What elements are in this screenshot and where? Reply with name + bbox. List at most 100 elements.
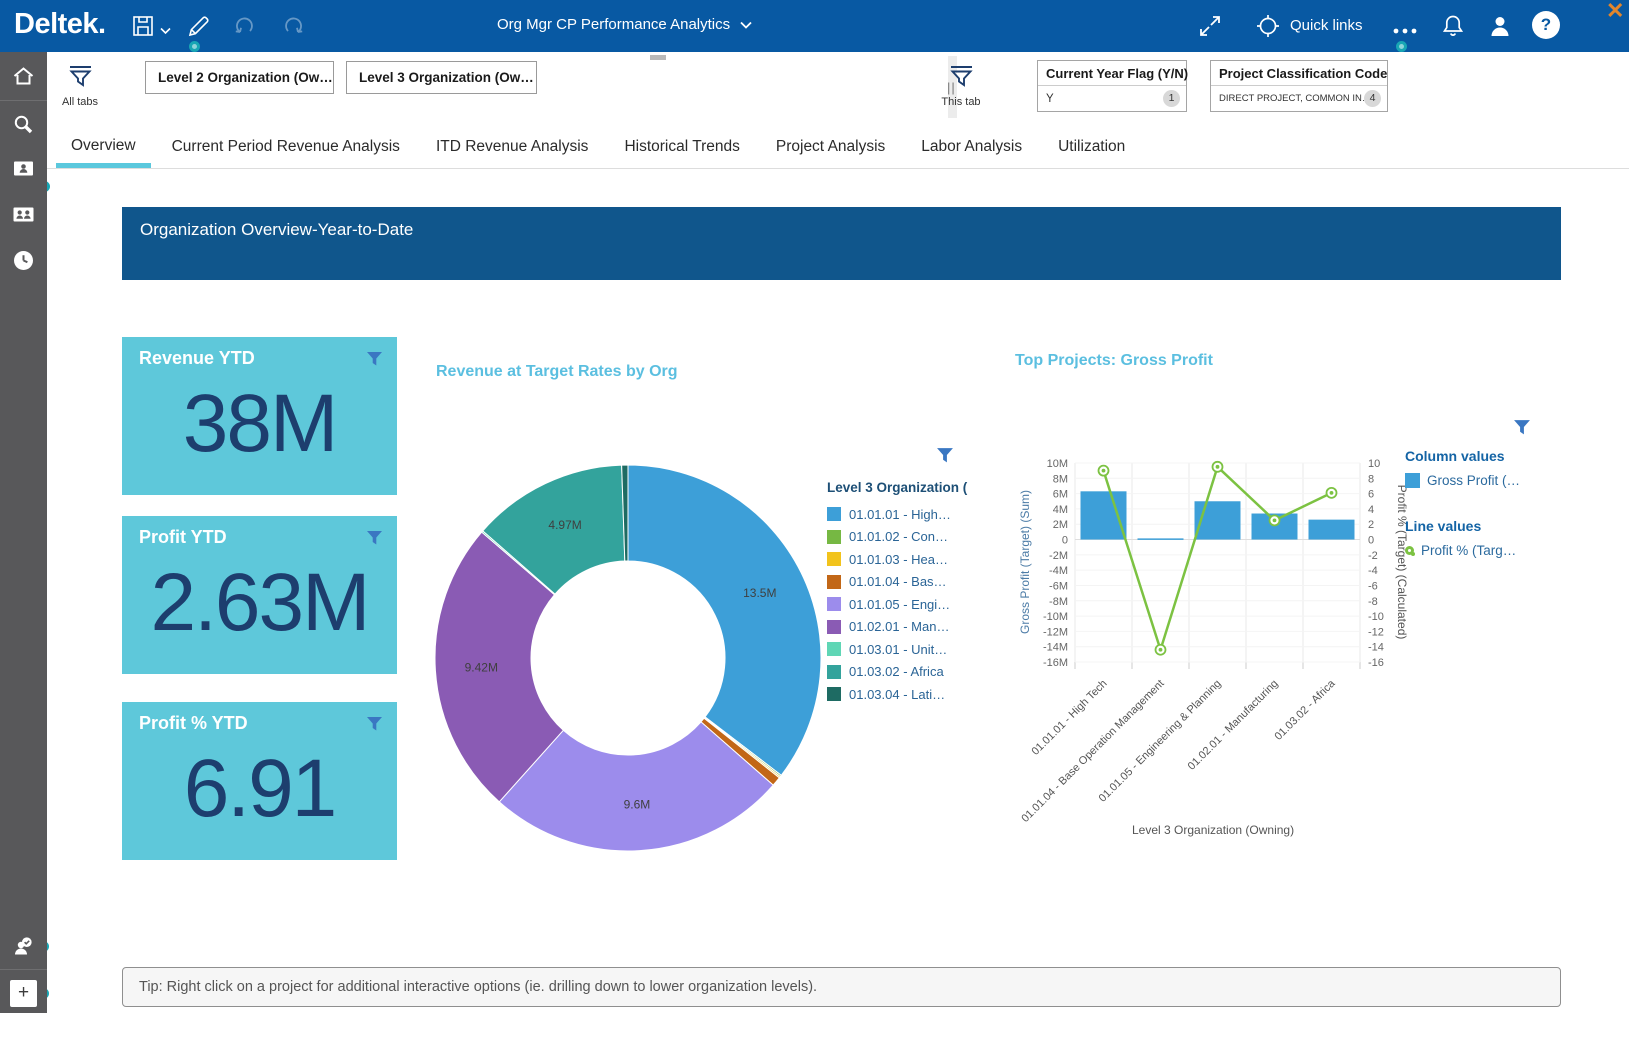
kpi-card-revenue-ytd[interactable]: Revenue YTD 38M xyxy=(122,337,397,495)
left-axis-tick: -6M xyxy=(1049,580,1068,592)
filter-card-classification[interactable]: Project Classification Code DIRECT PROJE… xyxy=(1210,60,1388,112)
clock-icon[interactable] xyxy=(11,248,36,273)
donut-legend-item[interactable]: 01.02.01 - Man… xyxy=(827,616,967,639)
quick-links-button[interactable]: Quick links xyxy=(1290,17,1363,34)
legend-label: 01.01.02 - Con… xyxy=(849,529,948,544)
donut-legend-item[interactable]: 01.03.01 - Unit… xyxy=(827,638,967,661)
tab-overview[interactable]: Overview xyxy=(56,137,151,168)
right-axis-tick: -2 xyxy=(1368,550,1378,562)
gross-profit-bar[interactable] xyxy=(1081,491,1127,539)
donut-legend-item[interactable]: 01.01.03 - Hea… xyxy=(827,548,967,571)
search-icon[interactable] xyxy=(11,112,36,137)
section-banner-title: Organization Overview-Year-to-Date xyxy=(122,207,1561,240)
legend-swatch xyxy=(827,620,841,634)
donut-filter-funnel-icon[interactable] xyxy=(936,447,954,464)
gross-profit-bar[interactable] xyxy=(1138,538,1184,540)
legend-label: 01.03.04 - Lati… xyxy=(849,687,945,702)
user-check-icon[interactable] xyxy=(11,934,36,959)
gross-profit-bar[interactable] xyxy=(1309,520,1355,540)
kpi-title: Revenue YTD xyxy=(122,337,397,369)
donut-slice[interactable] xyxy=(628,465,821,775)
kpi-filter-funnel-icon[interactable] xyxy=(366,716,383,732)
combo-legend-line-item[interactable]: Profit % (Targ… xyxy=(1405,543,1520,558)
left-axis-tick: -4M xyxy=(1049,565,1068,577)
donut-legend-item[interactable]: 01.01.02 - Con… xyxy=(827,526,967,549)
level2-org-filter-button[interactable]: Level 2 Organization (Ow… xyxy=(145,61,334,94)
legend-swatch xyxy=(827,575,841,589)
tab-historical-trends[interactable]: Historical Trends xyxy=(624,138,739,168)
legend-label: 01.03.02 - Africa xyxy=(849,664,944,679)
donut-chart[interactable]: 13.5M9.6M9.42M4.97M xyxy=(428,458,828,858)
left-axis-title: Gross Profit (Target) (Sum) xyxy=(1018,490,1032,634)
donut-legend-item[interactable]: 01.01.01 - High… xyxy=(827,503,967,526)
legend-swatch xyxy=(827,597,841,611)
filterbar-scroll-thumb[interactable] xyxy=(650,55,666,60)
filter-funnel-icon xyxy=(948,65,975,89)
redo-icon[interactable] xyxy=(279,13,305,39)
ellipsis-icon[interactable] xyxy=(1392,18,1418,44)
deltek-logo: Deltek. xyxy=(14,8,106,41)
left-axis-tick: 4M xyxy=(1053,504,1068,516)
title-chevron-down-icon xyxy=(740,21,752,29)
tab-labor-analysis[interactable]: Labor Analysis xyxy=(921,138,1022,168)
donut-chart-title: Revenue at Target Rates by Org xyxy=(436,363,678,381)
right-axis-tick: -6 xyxy=(1368,580,1378,592)
help-icon[interactable]: ? xyxy=(1532,11,1560,39)
tab-utilization[interactable]: Utilization xyxy=(1058,138,1125,168)
right-axis-tick: 0 xyxy=(1368,535,1374,547)
level3-org-filter-button[interactable]: Level 3 Organization (Ow… xyxy=(346,61,537,94)
close-icon[interactable]: ✕ xyxy=(1606,0,1624,24)
team-folder-icon[interactable] xyxy=(11,202,36,227)
right-axis-tick: -10 xyxy=(1368,611,1384,623)
save-chevron-icon[interactable] xyxy=(160,22,171,40)
filter-card-current-year[interactable]: Current Year Flag (Y/N) Y 1 xyxy=(1037,60,1187,112)
home-icon[interactable] xyxy=(11,64,36,89)
kpi-filter-funnel-icon[interactable] xyxy=(366,351,383,367)
legend-swatch xyxy=(827,530,841,544)
pencil-icon[interactable] xyxy=(186,13,212,39)
right-axis-tick: -12 xyxy=(1368,626,1384,638)
kpi-card-profit-ytd[interactable]: Profit YTD 2.63M xyxy=(122,516,397,674)
donut-legend-item[interactable]: 01.01.04 - Bas… xyxy=(827,571,967,594)
top-bar: Deltek. Org Mgr CP Performance Analytics xyxy=(0,0,1629,52)
user-icon[interactable] xyxy=(1487,13,1513,39)
legend-swatch xyxy=(827,665,841,679)
x-axis-category-label: 01.03.02 - Africa xyxy=(1272,677,1338,743)
left-axis-tick: 0 xyxy=(1062,535,1068,547)
save-icon[interactable] xyxy=(130,13,156,39)
combo-legend-column-item[interactable]: Gross Profit (… xyxy=(1405,473,1520,488)
left-axis-tick: -16M xyxy=(1043,657,1068,669)
right-axis-tick: -8 xyxy=(1368,596,1378,608)
left-sidebar: + xyxy=(0,52,47,1013)
bell-icon[interactable] xyxy=(1440,13,1466,39)
undo-icon[interactable] xyxy=(233,13,259,39)
sidebar-divider xyxy=(0,100,47,101)
right-axis-tick: 2 xyxy=(1368,519,1374,531)
legend-label: 01.02.01 - Man… xyxy=(849,619,949,634)
legend-label: 01.01.03 - Hea… xyxy=(849,552,948,567)
donut-legend-item[interactable]: 01.03.02 - Africa xyxy=(827,661,967,684)
left-axis-tick: -8M xyxy=(1049,596,1068,608)
dashboard-tabs: Overview Current Period Revenue Analysis I… xyxy=(47,127,1629,169)
this-tab-filter[interactable]: This tab xyxy=(938,65,984,108)
kpi-filter-funnel-icon[interactable] xyxy=(366,530,383,546)
plus-icon[interactable]: + xyxy=(10,980,37,1007)
filter-funnel-icon xyxy=(67,65,94,89)
tab-itd-revenue-analysis[interactable]: ITD Revenue Analysis xyxy=(436,138,589,168)
combo-chart[interactable]: 10M108M86M64M42M200-2M-2-4M-4-6M-6-8M-8-… xyxy=(1015,440,1415,860)
combo-filter-funnel-icon[interactable] xyxy=(1513,419,1531,436)
tab-current-period-revenue-analysis[interactable]: Current Period Revenue Analysis xyxy=(172,138,400,168)
left-axis-tick: 8M xyxy=(1053,473,1068,485)
kpi-card-profit-pct-ytd[interactable]: Profit % YTD 6.91 xyxy=(122,702,397,860)
tab-project-analysis[interactable]: Project Analysis xyxy=(776,138,885,168)
expand-icon[interactable] xyxy=(1197,13,1223,39)
legend-swatch xyxy=(827,552,841,566)
legend-label: 01.01.04 - Bas… xyxy=(849,574,947,589)
donut-legend-item[interactable]: 01.03.04 - Lati… xyxy=(827,683,967,706)
user-folder-icon[interactable] xyxy=(11,156,36,181)
donut-legend-item[interactable]: 01.01.05 - Engi… xyxy=(827,593,967,616)
crosshair-icon[interactable] xyxy=(1255,13,1281,39)
workbook-title[interactable]: Org Mgr CP Performance Analytics xyxy=(497,16,752,33)
column-swatch xyxy=(1405,473,1420,488)
all-tabs-filter[interactable]: All tabs xyxy=(58,65,102,108)
